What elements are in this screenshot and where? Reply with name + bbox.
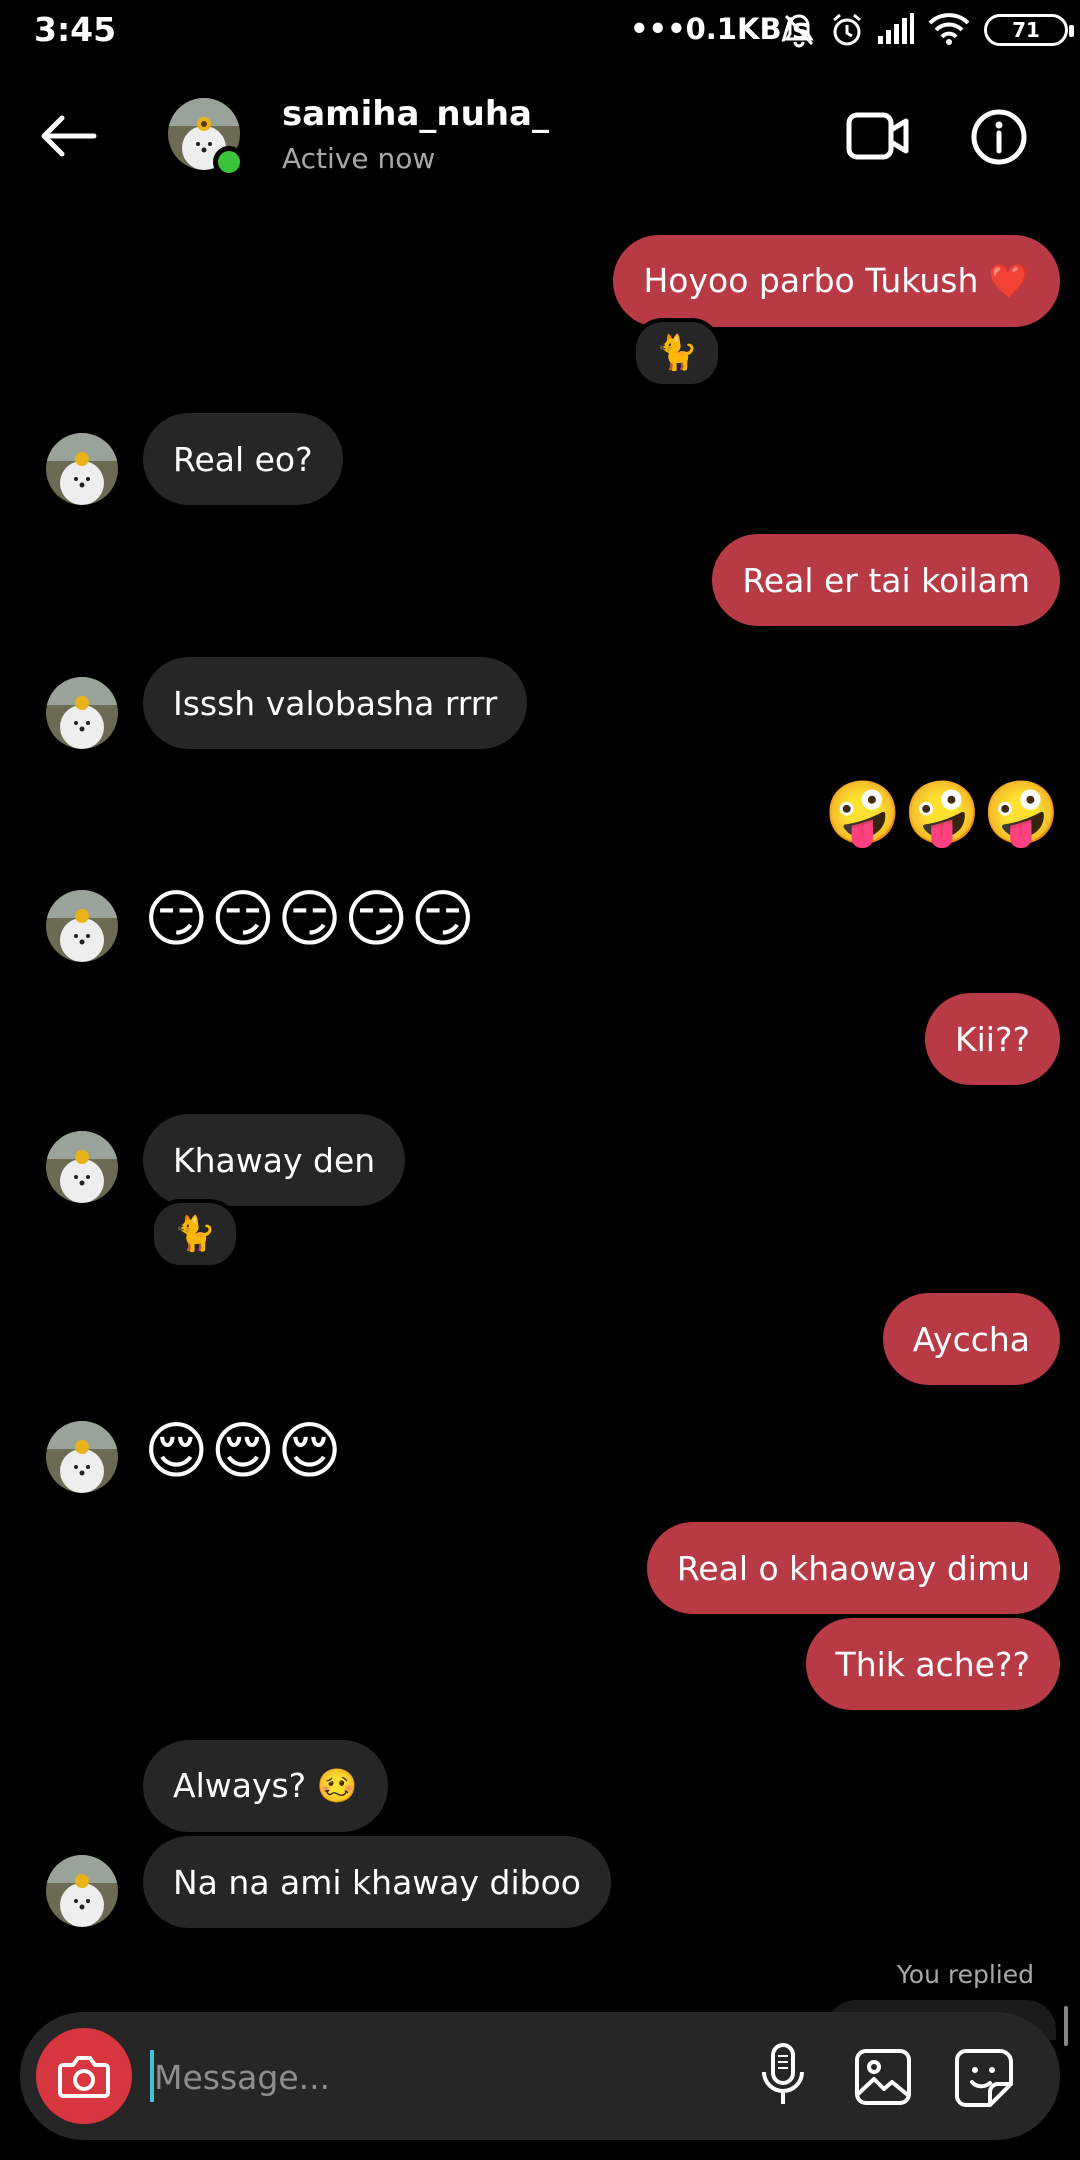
status-time: 3:45 — [34, 10, 117, 49]
outgoing-message[interactable]: Real er tai koilam — [712, 534, 1060, 626]
online-status-dot — [213, 146, 245, 178]
sender-avatar[interactable] — [46, 890, 118, 962]
dog-avatar-icon — [46, 433, 118, 505]
info-icon[interactable] — [970, 108, 1028, 166]
incoming-emoji-message[interactable]: 😌😌😌 — [144, 1420, 344, 1482]
outgoing-emoji-message[interactable]: 🤪🤪🤪 — [824, 782, 1062, 844]
sender-avatar[interactable] — [46, 433, 118, 505]
sender-avatar[interactable] — [46, 1131, 118, 1203]
dog-avatar-icon — [46, 677, 118, 749]
battery-indicator: 71 — [984, 14, 1074, 46]
active-status: Active now — [282, 142, 436, 175]
sender-avatar[interactable] — [46, 1421, 118, 1493]
outgoing-message[interactable]: Thik ache?? — [805, 1618, 1060, 1710]
contact-username[interactable]: samiha_nuha_ — [282, 94, 549, 134]
sticker-icon[interactable] — [954, 2048, 1014, 2108]
camera-button[interactable] — [36, 2028, 132, 2124]
dog-avatar-icon — [46, 1855, 118, 1927]
sender-avatar[interactable] — [46, 1855, 118, 1927]
dog-avatar-icon — [46, 1421, 118, 1493]
outgoing-message[interactable]: Kii?? — [924, 993, 1060, 1085]
outgoing-message[interactable]: Hoyoo parbo Tukush ❤️ — [613, 235, 1060, 327]
message-reaction[interactable]: 🐈 — [632, 318, 722, 388]
cellular-signal-icon — [878, 13, 914, 44]
outgoing-message[interactable]: Real o khaoway dimu — [646, 1522, 1060, 1614]
message-input[interactable] — [152, 2046, 716, 2108]
message-reaction[interactable]: 🐈 — [150, 1199, 240, 1269]
incoming-emoji-message[interactable]: 😏😏😏😏😏 — [144, 888, 477, 950]
alarm-icon — [833, 13, 861, 46]
chat-header: samiha_nuha_ Active now — [0, 64, 1080, 214]
camera-icon — [58, 2056, 110, 2098]
signal-dots-icon: ••• — [630, 12, 686, 46]
incoming-message[interactable]: Isssh valobasha rrrr — [143, 657, 528, 749]
dog-avatar-icon — [46, 890, 118, 962]
incoming-message[interactable]: Real eo? — [143, 413, 343, 505]
message-composer — [20, 2012, 1060, 2140]
scrollbar[interactable] — [1064, 2006, 1068, 2046]
mute-bell-icon — [784, 14, 814, 48]
outgoing-message[interactable]: Ayccha — [882, 1293, 1060, 1385]
image-icon[interactable] — [854, 2048, 912, 2106]
wifi-icon — [928, 13, 970, 45]
microphone-icon[interactable] — [758, 2042, 808, 2108]
status-bar: 3:45 •••0.1KB/s 71 — [0, 0, 1080, 64]
battery-level: 71 — [1012, 18, 1040, 42]
dog-avatar-icon — [46, 1131, 118, 1203]
video-call-icon[interactable] — [846, 110, 910, 162]
you-replied-label: You replied — [896, 1960, 1034, 1989]
sender-avatar[interactable] — [46, 677, 118, 749]
incoming-message[interactable]: Khaway den — [143, 1114, 406, 1206]
incoming-message[interactable]: Na na ami khaway diboo — [143, 1836, 611, 1928]
arrow-left-icon[interactable] — [38, 114, 98, 158]
incoming-message[interactable]: Always? 🥴 — [143, 1740, 388, 1832]
